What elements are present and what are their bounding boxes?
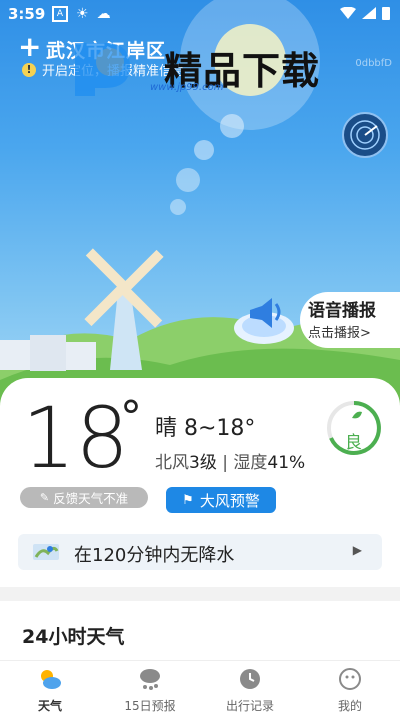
weather-condition: 晴 8~18° (155, 416, 256, 441)
separator: | (222, 453, 228, 473)
degree-symbol: ° (120, 392, 142, 443)
tab-label: 天气 (37, 699, 62, 713)
status-time: 3:59 (8, 5, 46, 23)
clock-icon (240, 669, 260, 689)
battery-icon (382, 7, 390, 20)
radar-icon (350, 120, 380, 150)
signal-icon (362, 7, 376, 19)
partly-sunny-icon (41, 670, 61, 689)
add-city-button[interactable]: + (18, 33, 41, 61)
voice-play-link[interactable]: 点击播报> (308, 322, 371, 341)
humidity-label: 湿度 (233, 453, 268, 473)
watermark-logo-icon (75, 43, 130, 96)
aqi-level: 良 (345, 433, 362, 453)
status-bar: 3:59 A ☀ ☁ (0, 0, 400, 28)
bottom-tab-bar: 天气 15日预报 出行记录 我的 (0, 660, 400, 713)
notification-a-icon: A (52, 6, 68, 22)
smiley-icon (339, 668, 361, 690)
sun-icon: ☀ (76, 6, 89, 22)
hourly-section-title: 24小时天气 (22, 626, 125, 648)
warning-icon: ! (22, 62, 36, 77)
play-arrow-icon: ▶ (352, 543, 362, 557)
tab-15day[interactable]: 15日预报 (100, 665, 200, 713)
watermark-url: www.jp99.com (150, 82, 224, 93)
tab-label: 15日预报 (124, 699, 176, 713)
speaker-icon[interactable] (232, 284, 296, 348)
alert-label: 大风预警 (199, 491, 260, 510)
wind-direction: 北风 (155, 453, 189, 473)
tab-label: 出行记录 (225, 699, 274, 713)
status-icons-right (340, 6, 390, 20)
tab-label: 我的 (337, 699, 362, 713)
feedback-label: 反馈天气不准 (53, 491, 129, 506)
wind-humidity: 北风3级 | 湿度41% (155, 448, 305, 473)
voice-title: 语音播报 (308, 301, 376, 321)
rain-forecast-bar[interactable]: 在120分钟内无降水 ▶ (18, 534, 382, 570)
voice-broadcast-card[interactable]: 语音播报 点击播报> (300, 292, 400, 348)
section-divider (0, 587, 400, 601)
edit-icon: ✎ (39, 491, 50, 504)
tab-travel-record[interactable]: 出行记录 (200, 665, 300, 713)
current-weather-card: 18 ° 晴 8~18° 北风3级 | 湿度41% 良 ✎ 反馈天气不准 ⚑ 大… (0, 378, 400, 593)
wind-alert-button[interactable]: ⚑ 大风预警 (166, 487, 276, 513)
tab-mine[interactable]: 我的 (300, 665, 400, 713)
cloud-rain-icon (140, 669, 160, 690)
aqi-badge[interactable]: 良 (326, 400, 382, 456)
radar-button[interactable] (342, 112, 388, 158)
watermark-id: 0dbbfD (355, 58, 392, 69)
feedback-button[interactable]: ✎ 反馈天气不准 (20, 487, 148, 508)
status-icons-left: A ☀ ☁ (52, 6, 111, 22)
wifi-icon (340, 7, 356, 19)
temperature-value: 18 (22, 389, 129, 487)
flag-icon: ⚑ (182, 492, 194, 508)
rain-text: 在120分钟内无降水 (74, 545, 235, 566)
cloud-icon: ☁ (96, 6, 111, 22)
humidity-value: 41% (267, 453, 306, 473)
tab-weather[interactable]: 天气 (0, 665, 100, 713)
wind-level: 3级 (189, 453, 217, 473)
map-icon (33, 544, 59, 560)
